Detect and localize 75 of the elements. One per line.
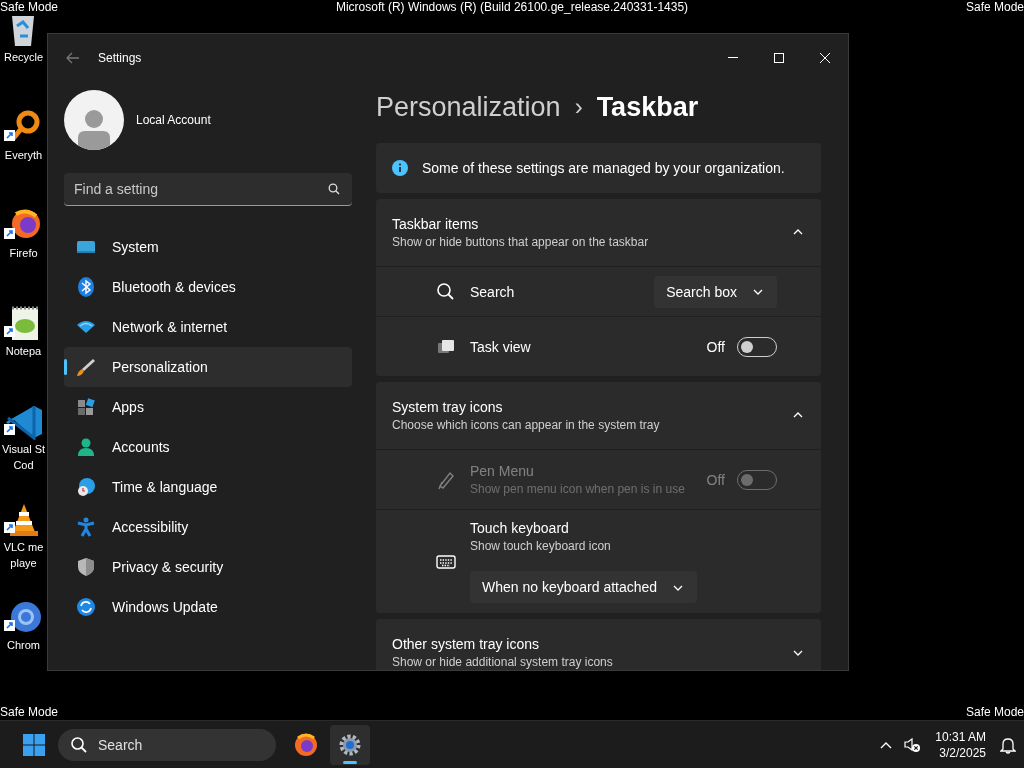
window-caption: Microsoft (R) Windows (R) (Build 26100.ge_release.240331-1435) <box>335 0 689 14</box>
safe-mode-label: Safe Mode <box>0 705 59 719</box>
desktop-icon-label: Chrom <box>7 639 40 652</box>
avatar <box>64 90 124 150</box>
section-header[interactable]: Taskbar items Show or hide buttons that appear on the taskbar <box>376 199 821 266</box>
sidebar-item[interactable]: Windows Update <box>64 587 352 627</box>
maximize-icon <box>773 52 785 64</box>
section-title: System tray icons <box>392 399 504 415</box>
pen-icon <box>436 469 456 490</box>
breadcrumb-separator: › <box>574 93 583 121</box>
sidebar-item[interactable]: Accessibility <box>64 507 352 547</box>
section-subtitle: Show or hide buttons that appear on the taskbar <box>392 235 650 249</box>
sidebar-item[interactable]: Accounts <box>64 427 352 467</box>
dropdown[interactable]: Search box <box>654 275 777 308</box>
firefox-icon <box>294 732 318 757</box>
clock-globe-icon <box>76 477 96 497</box>
clock[interactable]: 10:31 AM 3/2/2025 <box>931 728 990 761</box>
sidebar-item[interactable]: Apps <box>64 387 352 427</box>
desktop-icon-label: Recycle <box>3 51 44 64</box>
apps-icon <box>76 397 96 417</box>
bluetooth-icon <box>76 277 96 297</box>
setting-search-field[interactable]: Find a setting <box>64 173 352 206</box>
shield-icon <box>76 557 96 577</box>
toggle-state-label: Off <box>706 338 725 355</box>
setting-description: Show touch keyboard icon <box>470 539 612 553</box>
sidebar-item[interactable]: Network & internet <box>64 307 352 347</box>
sync-icon <box>76 597 96 617</box>
start-icon <box>22 732 46 757</box>
desktop-icon-label: Firefo <box>9 247 38 260</box>
desktop-icon-label: playe <box>10 557 37 570</box>
dropdown[interactable]: When no keyboard attached <box>470 571 698 603</box>
section-header[interactable]: Other system tray icons Show or hide additional system tray icons <box>376 619 821 670</box>
sidebar-item[interactable]: Bluetooth & devices <box>64 267 352 307</box>
desktop-icon-label: Notepa <box>5 345 42 358</box>
desktop-icon-label: Everyth <box>4 149 43 162</box>
safe-mode-label: Safe Mode <box>0 0 59 14</box>
breadcrumb-link[interactable]: Personalization <box>376 91 561 123</box>
person-icon <box>76 437 96 457</box>
section-header[interactable]: System tray icons Choose which icons can appear in the system tray <box>376 382 821 449</box>
window-title: Settings <box>98 51 142 65</box>
setting-label: Pen Menu <box>470 463 535 479</box>
section-subtitle: Show or hide additional system tray icons <box>392 655 614 669</box>
safe-mode-label: Safe Mode <box>965 0 1024 14</box>
speaker-muted-icon[interactable] <box>903 736 922 753</box>
info-icon <box>392 160 408 176</box>
sidebar-item[interactable]: Time & language <box>64 467 352 507</box>
desktop-icon-label: Cod <box>13 459 34 472</box>
taskbar-search-field[interactable]: Search <box>58 728 276 761</box>
close-icon <box>819 52 831 64</box>
toggle-state-label: Off <box>706 471 725 488</box>
setting-label: Touch keyboard <box>470 520 570 536</box>
account-name: Local Account <box>136 113 211 127</box>
paintbrush-icon <box>76 357 96 377</box>
bell-icon[interactable] <box>1000 735 1016 754</box>
setting-label: Search <box>470 283 516 300</box>
desktop-icon-label: VLC me <box>3 541 44 554</box>
search-icon <box>70 735 88 754</box>
back-arrow-icon[interactable] <box>66 52 80 64</box>
taskbar-app-button[interactable] <box>330 724 370 765</box>
section-title: Other system tray icons <box>392 636 541 652</box>
sidebar-item[interactable]: Personalization <box>64 347 352 387</box>
desktop-icon-label: Visual St <box>1 443 46 456</box>
search-icon <box>436 281 456 302</box>
section-title: Taskbar items <box>392 216 480 232</box>
gear-icon <box>338 732 362 757</box>
safe-mode-label: Safe Mode <box>965 705 1024 719</box>
info-text: Some of these settings are managed by your organization. <box>422 160 785 176</box>
code-editor-icon[interactable] <box>3 404 44 440</box>
sidebar-item[interactable]: Privacy & security <box>64 547 352 587</box>
sidebar-item[interactable]: System <box>64 227 352 267</box>
setting-label: Task view <box>470 338 532 355</box>
accessibility-icon <box>76 517 96 537</box>
section-subtitle: Choose which icons can appear in the system tray <box>392 418 661 432</box>
search-icon <box>328 183 340 195</box>
page-title: Taskbar <box>596 91 699 123</box>
